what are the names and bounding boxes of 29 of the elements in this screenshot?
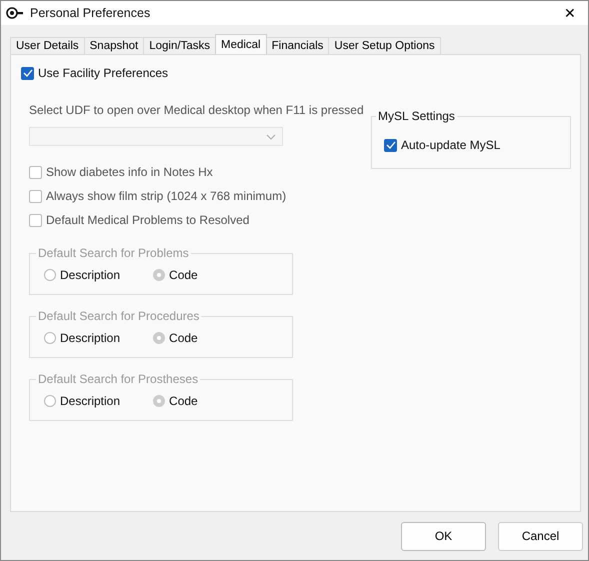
- radio-label: Code: [169, 268, 198, 282]
- radio-label: Description: [60, 331, 120, 345]
- tab[interactable]: User Details: [10, 37, 85, 54]
- radio-label: Description: [60, 268, 120, 282]
- checkbox[interactable]: [384, 138, 397, 152]
- checkbox-label: Use Facility Preferences: [38, 66, 168, 80]
- close-button[interactable]: ✕: [552, 1, 588, 25]
- ok-button[interactable]: OK: [401, 522, 486, 550]
- radio-label: Code: [169, 394, 198, 408]
- window-title: Personal Preferences: [30, 6, 152, 20]
- chevron-icon: [266, 134, 276, 140]
- radio-label: Code: [169, 331, 198, 345]
- cancel-button[interactable]: Cancel: [498, 522, 583, 550]
- udf-dropdown[interactable]: [29, 127, 283, 146]
- tab[interactable]: Medical: [214, 34, 267, 54]
- checkbox[interactable]: [21, 66, 34, 80]
- group-title: Default Search for Procedures: [37, 309, 200, 323]
- group-title: Default Search for Prostheses: [37, 372, 200, 386]
- tab[interactable]: User Setup Options: [328, 37, 441, 54]
- group-title: MySL Settings: [377, 109, 456, 123]
- tab[interactable]: Snapshot: [84, 37, 144, 54]
- checkbox-label: Auto-update MySL: [401, 138, 500, 152]
- key-icon: [6, 7, 24, 19]
- radio-label: Description: [60, 394, 120, 408]
- checkbox-label: Show diabetes info in Notes Hx: [46, 165, 213, 179]
- checkbox-label: Default Medical Problems to Resolved: [46, 213, 250, 227]
- tab[interactable]: Login/Tasks: [143, 37, 216, 54]
- group-title: Default Search for Problems: [37, 246, 190, 260]
- checkbox-label: Always show film strip (1024 x 768 minimum): [46, 189, 286, 203]
